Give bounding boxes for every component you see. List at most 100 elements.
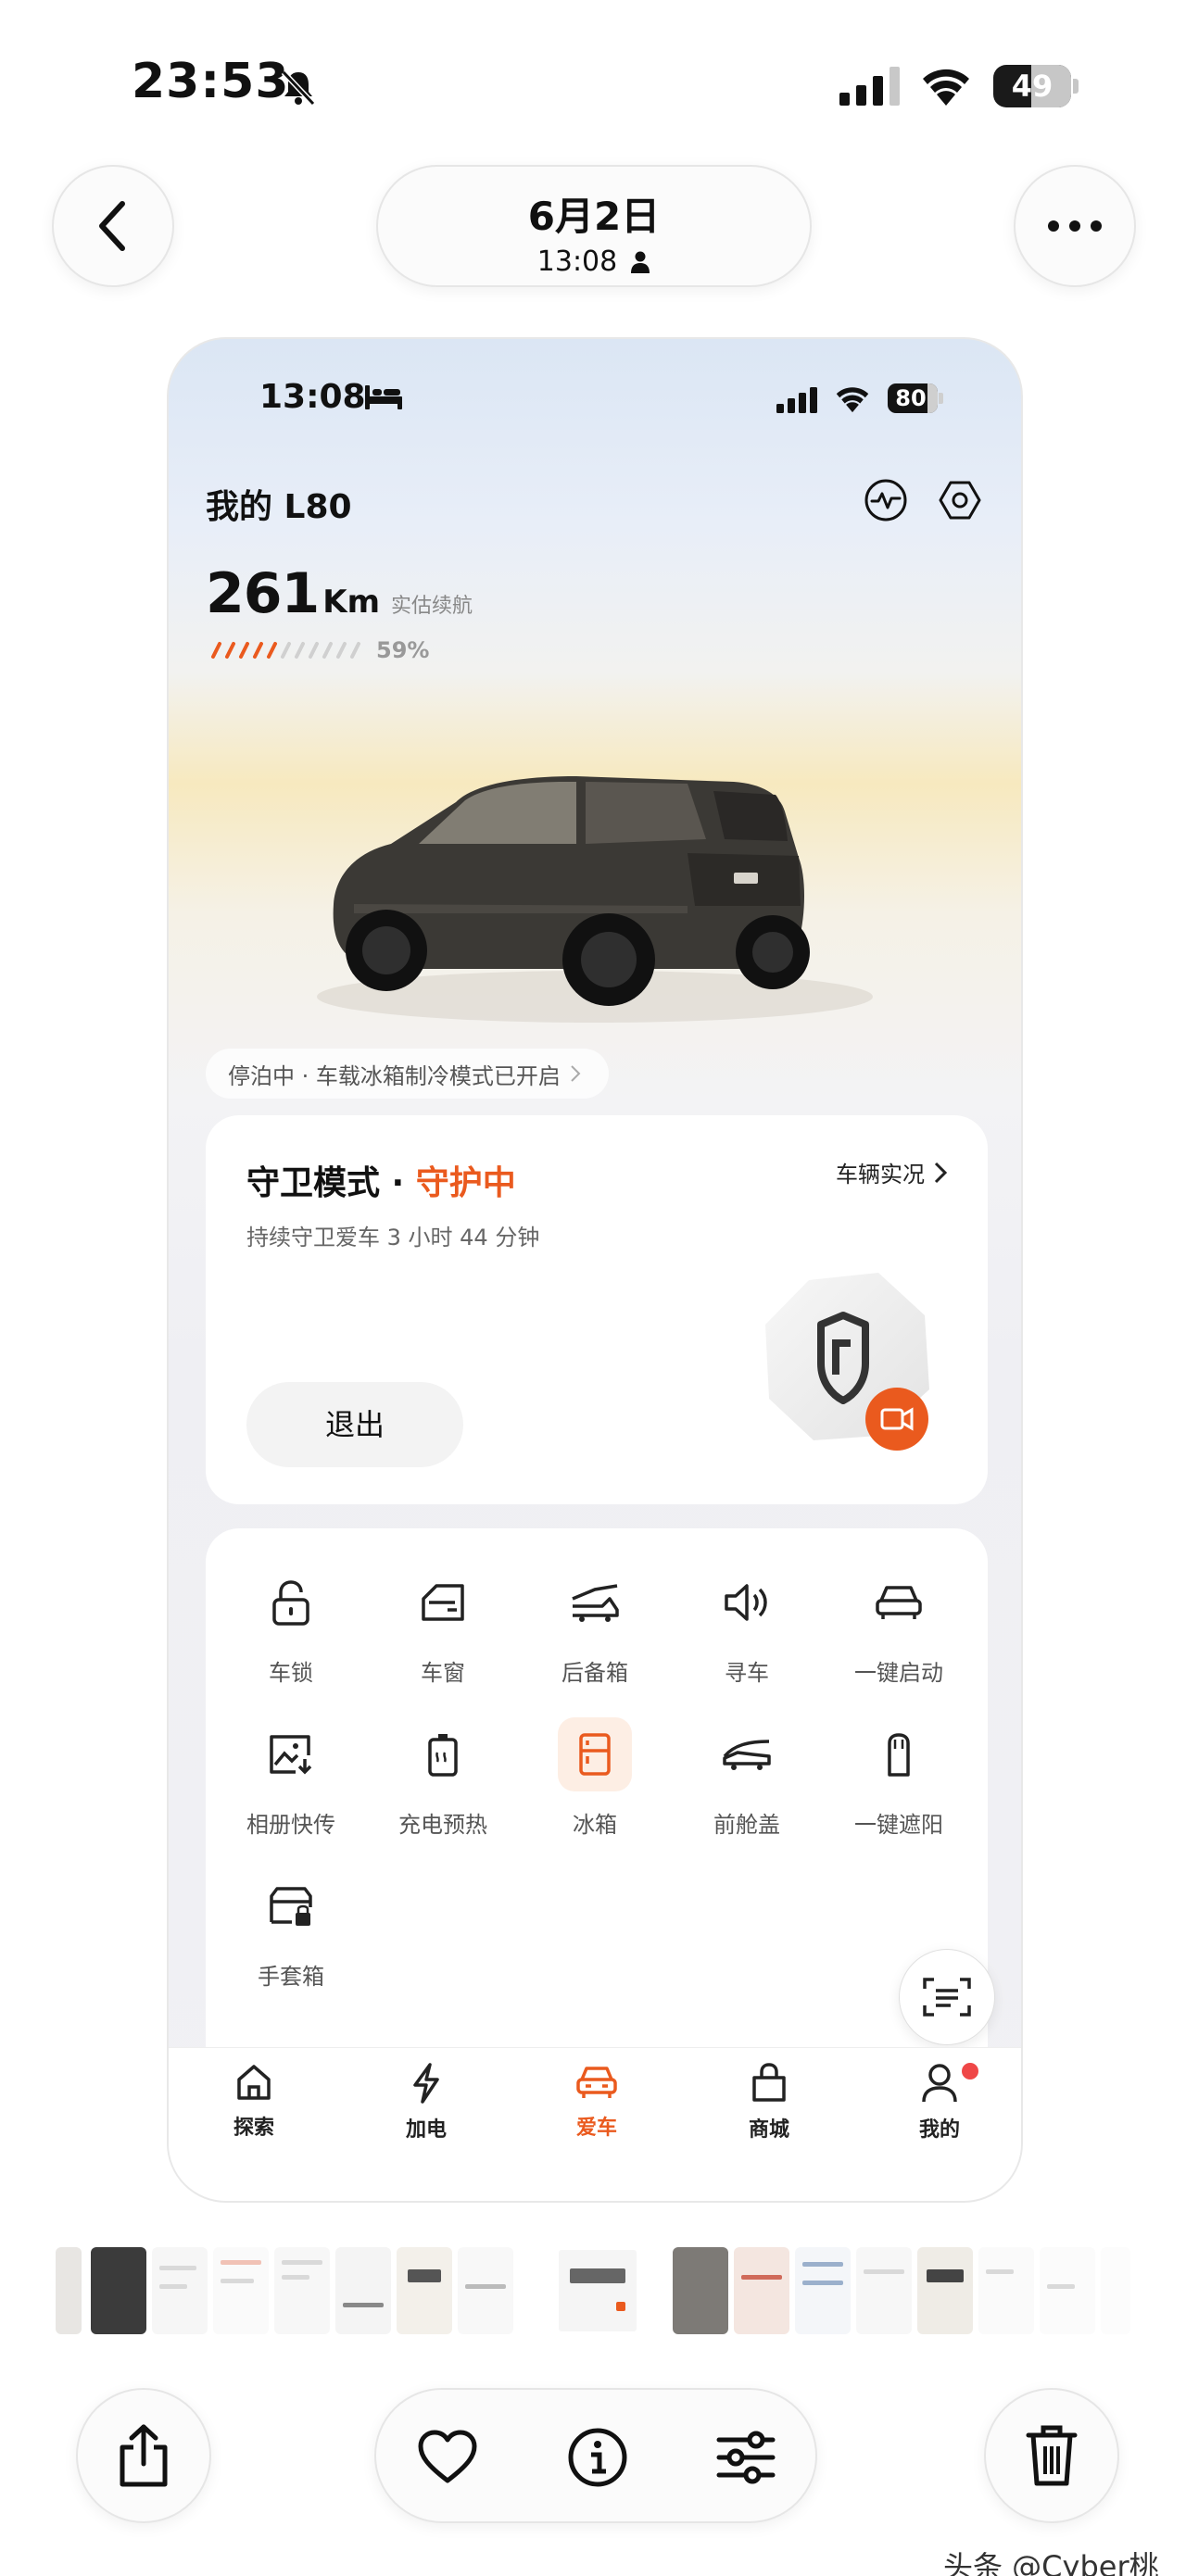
control-lock[interactable]: 车锁 [226,1565,356,1687]
battery-percent: 49 [1011,69,1054,104]
range-label: 实估续航 [391,595,473,618]
more-dots-icon [1048,220,1102,232]
thumbnail-strip[interactable] [56,2247,1130,2334]
back-button[interactable] [52,165,174,287]
thumbnail[interactable] [274,2247,330,2334]
battery-tick [309,642,319,659]
control-label: 冰箱 [573,1812,617,1838]
thumbnail[interactable] [213,2247,269,2334]
bed-icon [365,385,402,409]
chevron-right-icon [934,1162,947,1183]
thumbnail[interactable] [335,2247,391,2334]
thumbnail[interactable] [1040,2247,1095,2334]
tab-explore[interactable]: 探索 [198,2063,309,2141]
battery-level-bar: 59% [208,637,429,663]
thumbnail[interactable] [458,2247,513,2334]
control-charge-preheat[interactable]: 充电预热 [378,1717,508,1839]
thumbnail[interactable] [856,2247,912,2334]
vehicle-health-icon[interactable] [864,478,908,522]
battery-tick [281,642,291,659]
control-window[interactable]: 车窗 [378,1565,508,1687]
settings-hexagon-icon[interactable] [938,478,982,522]
battery-tick [267,642,277,659]
notification-badge [962,2063,978,2080]
battery-tick [295,642,305,659]
info-icon[interactable] [567,2427,628,2488]
exit-guard-button[interactable]: 退出 [246,1382,463,1467]
control-sunshade[interactable]: 一键遮阳 [834,1717,964,1839]
tab-store[interactable]: 商城 [713,2063,825,2142]
vehicle-status-label: 车辆实况 [836,1162,925,1187]
more-button[interactable] [1014,165,1136,287]
car-image [317,776,873,1023]
control-hood[interactable]: 前舱盖 [682,1717,812,1839]
tab-label: 加电 [405,2118,447,2142]
tab-label: 探索 [233,2117,274,2140]
chevron-right-icon [571,1065,581,1082]
thumbnail[interactable] [91,2247,146,2334]
thumbnail[interactable] [1101,2247,1130,2334]
control-label: 寻车 [725,1660,769,1686]
heart-icon[interactable] [417,2427,478,2488]
photo-date: 6月2日 [527,194,661,239]
thumbnail[interactable] [734,2247,789,2334]
control-label: 前舱盖 [713,1812,780,1838]
control-fridge[interactable]: 冰箱 [530,1717,660,1839]
photo-actions-group [374,2388,817,2523]
thumbnail[interactable] [673,2247,728,2334]
thumbnail[interactable] [917,2247,973,2334]
system-time: 23:53 [132,54,290,109]
share-icon [120,2424,168,2487]
thumbnail[interactable] [397,2247,452,2334]
system-status-bar: 23:53 49 [0,0,1186,176]
thumbnail[interactable] [795,2247,851,2334]
app-battery-percent: 80 [895,385,927,411]
guard-mode-label: 守卫模式 · [246,1164,416,1202]
control-label: 后备箱 [561,1660,628,1686]
control-label: 一键遮阳 [854,1812,943,1838]
control-label: 充电预热 [398,1812,487,1838]
thumbnail[interactable] [56,2247,82,2334]
parking-notice-text: 停泊中 · 车载冰箱制冷模式已开启 [228,1062,561,1089]
battery-tick [211,642,221,659]
app-battery-indicator: 80 [888,383,943,413]
control-find-car[interactable]: 寻车 [682,1565,812,1687]
thumbnail[interactable] [978,2247,1034,2334]
guard-duration: 持续守卫爱车 3 小时 44 分钟 [246,1225,540,1250]
shield-camera-icon[interactable] [739,1260,962,1482]
wifi-icon [923,69,969,106]
trunk-icon [572,1584,619,1622]
battery-tick [350,642,360,659]
battery-tick [336,642,347,659]
lightning-icon [413,2063,439,2104]
control-trunk[interactable]: 后备箱 [530,1565,660,1687]
tab-label: 我的 [918,2118,960,2142]
control-glovebox[interactable]: 手套箱 [226,1869,356,1991]
tab-charge[interactable]: 加电 [371,2063,482,2142]
app-status-time: 13:08 [259,378,366,416]
battery-ticks [211,642,360,659]
app-wifi-icon [836,387,869,413]
app-status-bar: 13:08 80 [169,339,1021,441]
parking-notice[interactable]: 停泊中 · 车载冰箱制冷模式已开启 [206,1049,609,1099]
control-photo-transfer[interactable]: 相册快传 [226,1717,356,1839]
battery-preheat-icon [428,1734,458,1777]
thumbnail-selected[interactable] [556,2247,639,2334]
car-icon [576,2067,617,2098]
phone-screenshot[interactable]: 13:08 80 我的 L80 261 Km 实估续航 59% 停泊中 · 车载… [167,337,1023,2203]
vehicle-status-link[interactable]: 车辆实况 [836,1156,947,1188]
thumbnail[interactable] [152,2247,208,2334]
adjust-icon[interactable] [715,2427,776,2488]
control-one-key-start[interactable]: 一键启动 [834,1565,964,1687]
car-name: 我的 L80 [206,488,352,526]
bell-muted-icon [281,69,316,107]
tab-profile[interactable]: 我的 [884,2063,995,2142]
tab-my-car[interactable]: 爱车 [541,2063,652,2141]
share-button[interactable] [76,2388,211,2523]
battery-tick [253,642,263,659]
app-cellular-icon [776,387,817,413]
delete-button[interactable] [984,2388,1119,2523]
scan-button[interactable] [899,1949,995,2045]
guard-mode-status: 守护中 [415,1164,516,1202]
photo-date-header[interactable]: 6月2日 13:08 [376,165,812,287]
